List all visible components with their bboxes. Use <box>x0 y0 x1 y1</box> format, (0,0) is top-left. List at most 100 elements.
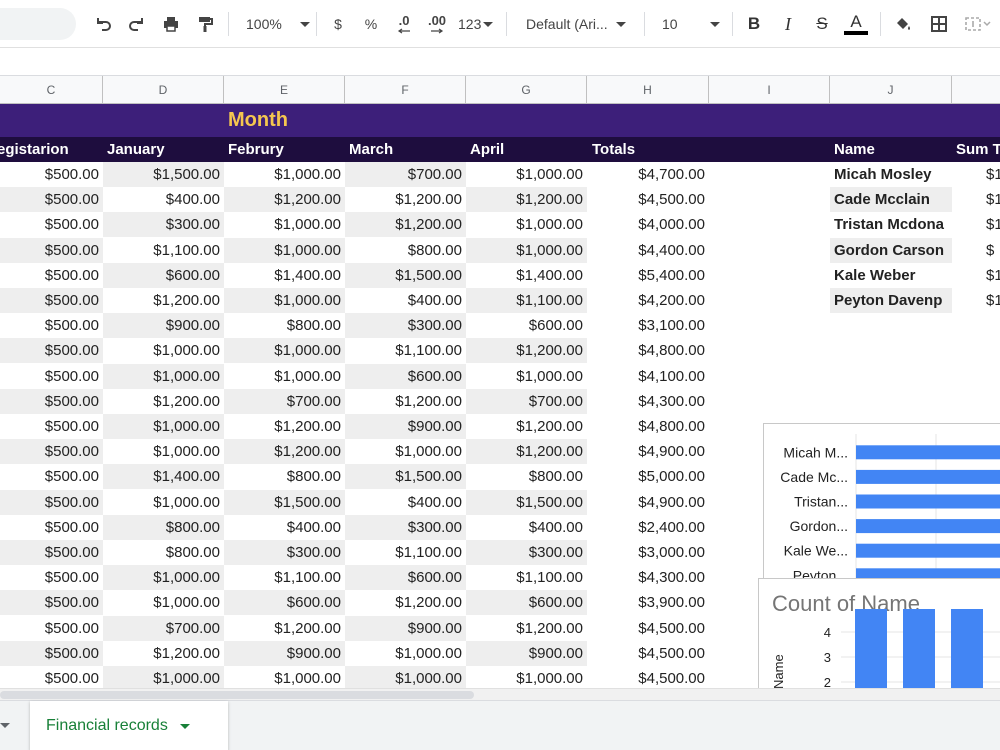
table-cell[interactable]: $500.00 <box>0 313 103 338</box>
table-cell[interactable]: $600.00 <box>466 313 587 338</box>
column-header-h[interactable]: H <box>587 76 709 104</box>
table-cell[interactable]: $600.00 <box>345 363 466 389</box>
borders-icon[interactable] <box>926 10 952 38</box>
table-cell[interactable]: $400.00 <box>345 490 466 515</box>
table-cell[interactable]: $1,500.00 <box>345 262 466 288</box>
menu-search-box[interactable] <box>0 8 76 40</box>
header-registration[interactable]: egistarion <box>0 141 69 158</box>
table-cell[interactable]: $1,200.00 <box>345 212 466 238</box>
table-cell[interactable]: $1,000.00 <box>466 237 587 263</box>
table-cell[interactable]: $4,200.00 <box>587 288 709 313</box>
summary-name-cell[interactable]: Tristan Mcdona <box>830 212 952 237</box>
table-cell[interactable]: $1,200.00 <box>466 414 587 439</box>
table-cell[interactable]: $1,000.00 <box>224 288 345 313</box>
table-cell[interactable]: $500.00 <box>0 414 103 439</box>
column-header-g[interactable]: G <box>466 76 587 104</box>
chevron-down-icon[interactable] <box>0 723 10 728</box>
table-cell[interactable]: $1,200.00 <box>224 439 345 465</box>
table-cell[interactable]: $500.00 <box>0 515 103 540</box>
table-cell[interactable]: $500.00 <box>0 565 103 590</box>
table-cell[interactable]: $5,000.00 <box>587 464 709 489</box>
table-cell[interactable]: $1,000.00 <box>103 490 224 515</box>
column-header-d[interactable]: D <box>103 76 224 104</box>
table-cell[interactable]: $1,200.00 <box>224 414 345 439</box>
table-cell[interactable]: $600.00 <box>224 590 345 616</box>
merge-cells-icon[interactable] <box>962 10 992 38</box>
table-cell[interactable]: $500.00 <box>0 439 103 465</box>
header-february[interactable]: Februry <box>228 141 284 158</box>
table-cell[interactable]: $1,200.00 <box>345 389 466 414</box>
table-cell[interactable]: $1,200.00 <box>224 616 345 641</box>
table-cell[interactable]: $1,400.00 <box>103 464 224 490</box>
table-cell[interactable]: $1,000.00 <box>466 212 587 237</box>
table-cell[interactable]: $1,000.00 <box>103 414 224 439</box>
table-cell[interactable]: $4,500.00 <box>587 666 709 688</box>
table-cell[interactable]: $500.00 <box>0 187 103 213</box>
table-cell[interactable]: $1,100.00 <box>345 540 466 565</box>
table-cell[interactable]: $800.00 <box>224 464 345 489</box>
table-cell[interactable]: $1,200.00 <box>103 288 224 313</box>
paint-format-icon[interactable] <box>192 10 218 38</box>
table-cell[interactable]: $4,900.00 <box>587 439 709 464</box>
table-cell[interactable]: $1,200.00 <box>345 187 466 212</box>
table-cell[interactable]: $600.00 <box>103 262 224 288</box>
summary-name-cell[interactable]: Micah Mosley <box>830 162 952 187</box>
table-cell[interactable]: $900.00 <box>345 615 466 641</box>
fill-color-icon[interactable] <box>890 10 916 38</box>
table-cell[interactable]: $1,000.00 <box>224 338 345 364</box>
table-cell[interactable]: $500.00 <box>0 590 103 616</box>
redo-icon[interactable] <box>124 10 150 38</box>
table-cell[interactable]: $1,500.00 <box>224 489 345 515</box>
horizontal-scrollbar[interactable] <box>0 688 1000 700</box>
formula-bar[interactable] <box>0 48 1000 76</box>
table-cell[interactable]: $1,100.00 <box>345 338 466 363</box>
table-cell[interactable]: $1,400.00 <box>466 263 587 288</box>
table-cell[interactable]: $300.00 <box>224 540 345 565</box>
table-cell[interactable]: $500.00 <box>0 388 103 414</box>
table-cell[interactable]: $1,500.00 <box>466 489 587 515</box>
column-header-f[interactable]: F <box>345 76 466 104</box>
summary-name-cell[interactable]: Gordon Carson <box>830 237 952 263</box>
table-cell[interactable]: $1,000.00 <box>466 666 587 688</box>
table-cell[interactable]: $900.00 <box>103 313 224 339</box>
italic-button[interactable]: I <box>776 10 800 38</box>
summary-name-cell[interactable]: Cade Mcclain <box>830 187 952 213</box>
table-cell[interactable]: $1,200.00 <box>466 439 587 465</box>
table-cell[interactable]: $1,200.00 <box>103 641 224 666</box>
table-cell[interactable]: $600.00 <box>466 590 587 616</box>
table-cell[interactable]: $1,000.00 <box>103 363 224 389</box>
table-cell[interactable]: $4,800.00 <box>587 414 709 439</box>
header-name[interactable]: Name <box>834 141 875 158</box>
table-cell[interactable]: $500.00 <box>0 464 103 489</box>
table-cell[interactable]: $500.00 <box>0 364 103 389</box>
table-cell[interactable]: $800.00 <box>224 313 345 338</box>
table-cell[interactable]: $1,000.00 <box>466 162 587 187</box>
table-cell[interactable]: $1,000.00 <box>466 364 587 389</box>
table-cell[interactable]: $500.00 <box>0 338 103 364</box>
table-cell[interactable]: $900.00 <box>224 640 345 666</box>
table-cell[interactable]: $1,200.00 <box>103 389 224 414</box>
decrease-decimal-button[interactable]: .0 <box>392 10 416 38</box>
column-header-k[interactable] <box>952 76 1000 104</box>
table-cell[interactable]: $800.00 <box>345 238 466 263</box>
table-cell[interactable]: $600.00 <box>345 565 466 591</box>
table-cell[interactable]: $1,000.00 <box>103 666 224 688</box>
table-cell[interactable]: $400.00 <box>466 515 587 540</box>
print-icon[interactable] <box>158 10 184 38</box>
text-color-button[interactable]: A <box>842 10 870 38</box>
font-size-select[interactable]: 10 <box>662 10 724 38</box>
table-cell[interactable]: $1,100.00 <box>466 288 587 313</box>
table-cell[interactable]: $1,000.00 <box>224 237 345 263</box>
table-cell[interactable]: $4,500.00 <box>587 616 709 641</box>
column-header-c[interactable]: C <box>0 76 103 104</box>
table-cell[interactable]: $4,700.00 <box>587 162 709 187</box>
table-cell[interactable]: $4,400.00 <box>587 238 709 263</box>
table-cell[interactable]: $700.00 <box>224 388 345 414</box>
horizontal-scrollbar-thumb[interactable] <box>0 691 474 699</box>
table-cell[interactable]: $1,100.00 <box>103 238 224 263</box>
table-cell[interactable]: $1,000.00 <box>103 590 224 615</box>
table-cell[interactable]: $300.00 <box>466 540 587 565</box>
table-cell[interactable]: $4,500.00 <box>587 187 709 212</box>
bold-button[interactable]: B <box>742 10 766 38</box>
chevron-down-icon[interactable] <box>179 723 190 729</box>
